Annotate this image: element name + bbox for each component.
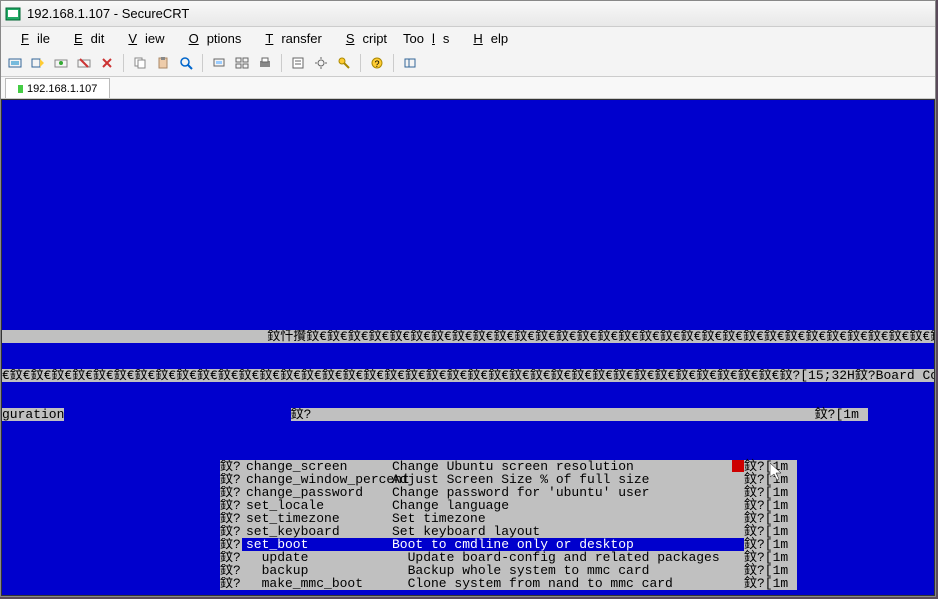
app-window: 192.168.1.107 - SecureCRT File Edit View… [0,0,936,597]
key-icon[interactable] [334,53,354,73]
menu-view[interactable]: View [112,29,172,48]
reconnect-icon[interactable] [51,53,71,73]
paste-icon[interactable] [153,53,173,73]
separator [123,54,124,72]
session-tab[interactable]: 192.168.1.107 [5,78,110,98]
options-icon[interactable] [311,53,331,73]
properties-icon[interactable] [288,53,308,73]
tile-icon[interactable] [232,53,252,73]
svg-text:?: ? [374,59,379,69]
tabbar: 192.168.1.107 [1,77,935,99]
menubar: File Edit View Options Transfer Script T… [1,27,935,49]
menu-tools[interactable]: Tools [395,29,457,48]
separator [360,54,361,72]
toolbar: ? [1,49,935,77]
cursor-block [732,460,744,472]
menu-file[interactable]: File [5,29,58,48]
terminal-area[interactable]: 鈫忏攢鈫€鈫€鈫€鈫€鈫€鈫€鈫€鈫€鈫€鈫€鈫€鈫€鈫€鈫€鈫€鈫€鈫€鈫€鈫… [1,99,935,596]
garble-top-2: €鈫€鈫€鈫€鈫€鈫€鈫€鈫€鈫€鈫€鈫€鈫€鈫€鈫€鈫€鈫€鈫€鈫€鈫€鈫€鈫… [2,369,934,382]
menu-transfer[interactable]: Transfer [249,29,329,48]
separator [393,54,394,72]
menu-cmd: make_mmc_boot [242,577,392,590]
app-icon [5,6,21,22]
separator [281,54,282,72]
menu-desc: Clone system from nand to mmc card [392,577,744,590]
connect-icon[interactable] [5,53,25,73]
menu-options[interactable]: Options [173,29,250,48]
reconnect-all-icon[interactable] [97,53,117,73]
menu-help[interactable]: Help [457,29,516,48]
session-mgr-icon[interactable] [400,53,420,73]
copy-icon[interactable] [130,53,150,73]
menu-edit[interactable]: Edit [58,29,112,48]
menu-item-make_mmc_boot[interactable]: 鈫? make_mmc_boot Clone system from nand … [2,577,934,590]
tab-status-dot [18,85,23,93]
find-icon[interactable] [176,53,196,73]
print-screen-icon[interactable] [209,53,229,73]
window-title: 192.168.1.107 - SecureCRT [27,6,189,21]
garble-top-1: 鈫忏攢鈫€鈫€鈫€鈫€鈫€鈫€鈫€鈫€鈫€鈫€鈫€鈫€鈫€鈫€鈫€鈫€鈫€鈫€鈫… [2,330,934,343]
config-title: guration [2,408,64,421]
help-icon[interactable]: ? [367,53,387,73]
print-icon[interactable] [255,53,275,73]
quick-connect-icon[interactable] [28,53,48,73]
menu-script[interactable]: Script [330,29,395,48]
disconnect-icon[interactable] [74,53,94,73]
separator [202,54,203,72]
tab-label: 192.168.1.107 [27,83,97,95]
titlebar[interactable]: 192.168.1.107 - SecureCRT [1,1,935,27]
